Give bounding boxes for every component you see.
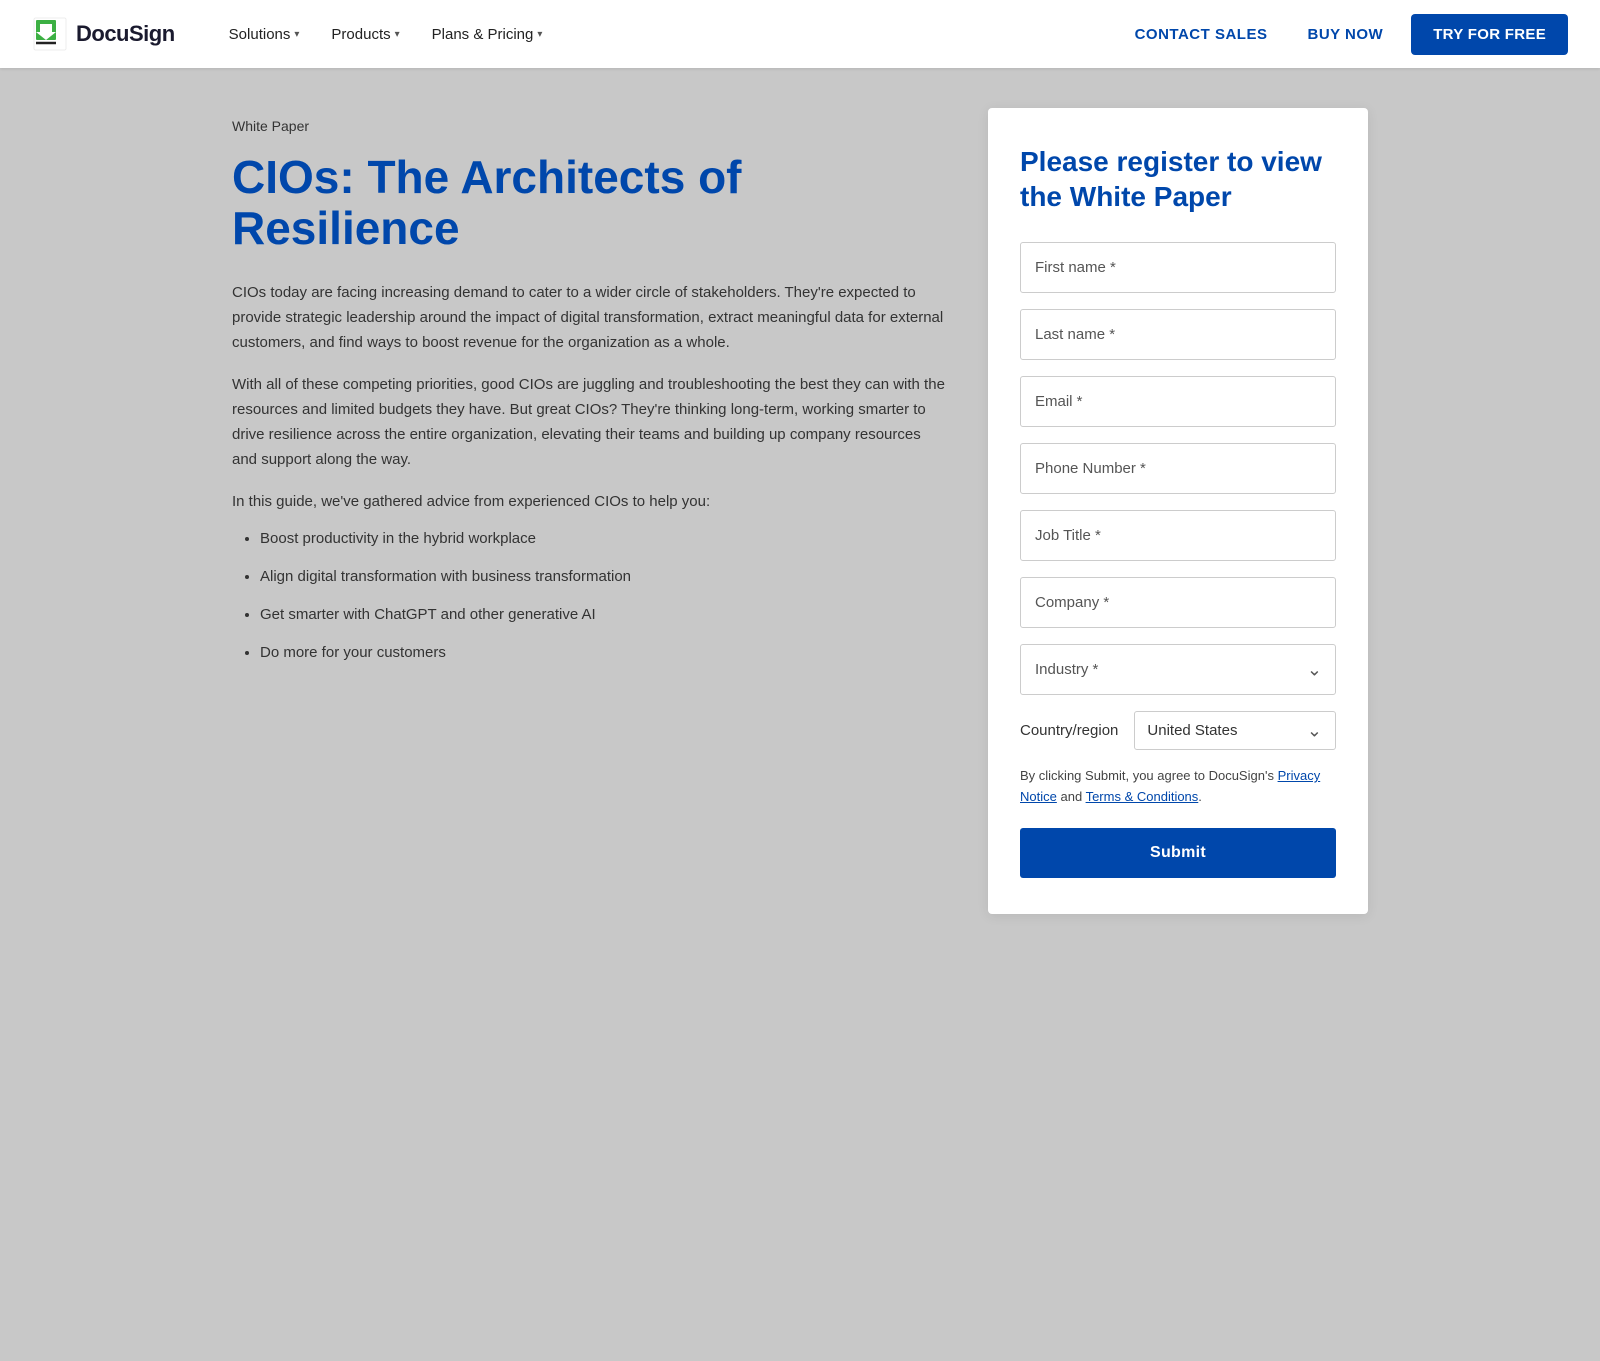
email-field <box>1020 376 1336 427</box>
article-bullet-list: Boost productivity in the hybrid workpla… <box>232 527 948 665</box>
products-chevron-icon: ▾ <box>395 29 400 40</box>
list-item: Get smarter with ChatGPT and other gener… <box>260 603 948 627</box>
try-for-free-button[interactable]: TRY FOR FREE <box>1411 14 1568 55</box>
nav-actions: CONTACT SALES BUY NOW TRY FOR FREE <box>1123 14 1568 55</box>
nav-solutions[interactable]: Solutions ▾ <box>215 18 314 51</box>
form-title: Please register to view the White Paper <box>1020 144 1336 214</box>
nav-links: Solutions ▾ Products ▾ Plans & Pricing ▾ <box>215 18 1123 51</box>
logo-text: DocuSign <box>76 21 175 47</box>
section-label: White Paper <box>232 118 948 134</box>
article-section: White Paper CIOs: The Architects of Resi… <box>232 108 948 665</box>
nav-plans-pricing[interactable]: Plans & Pricing ▾ <box>418 18 557 51</box>
article-paragraph-2: With all of these competing priorities, … <box>232 373 948 472</box>
terms-conditions-link[interactable]: Terms & Conditions <box>1086 789 1199 804</box>
list-item: Align digital transformation with busine… <box>260 565 948 589</box>
legal-text: By clicking Submit, you agree to DocuSig… <box>1020 766 1336 808</box>
job-title-input[interactable] <box>1020 510 1336 561</box>
first-name-input[interactable] <box>1020 242 1336 293</box>
main-content: White Paper CIOs: The Architects of Resi… <box>200 68 1400 954</box>
solutions-chevron-icon: ▾ <box>294 29 299 40</box>
contact-sales-button[interactable]: CONTACT SALES <box>1123 18 1280 51</box>
plans-chevron-icon: ▾ <box>537 29 542 40</box>
country-select-wrapper: United States Canada United Kingdom Aust… <box>1134 711 1336 750</box>
article-paragraph-1: CIOs today are facing increasing demand … <box>232 281 948 355</box>
navigation: DocuSign Solutions ▾ Products ▾ Plans & … <box>0 0 1600 68</box>
company-field <box>1020 577 1336 628</box>
company-input[interactable] <box>1020 577 1336 628</box>
phone-input[interactable] <box>1020 443 1336 494</box>
nav-products[interactable]: Products ▾ <box>317 18 413 51</box>
country-select[interactable]: United States Canada United Kingdom Aust… <box>1134 711 1336 750</box>
last-name-field <box>1020 309 1336 360</box>
list-item: Do more for your customers <box>260 641 948 665</box>
registration-form-panel: Please register to view the White Paper … <box>988 108 1368 914</box>
first-name-field <box>1020 242 1336 293</box>
job-title-field <box>1020 510 1336 561</box>
industry-select[interactable]: Industry * Technology Finance Healthcare… <box>1020 644 1336 695</box>
buy-now-button[interactable]: BUY NOW <box>1295 18 1395 51</box>
article-title: CIOs: The Architects of Resilience <box>232 152 948 253</box>
last-name-input[interactable] <box>1020 309 1336 360</box>
logo[interactable]: DocuSign <box>32 16 175 52</box>
industry-field: Industry * Technology Finance Healthcare… <box>1020 644 1336 695</box>
email-input[interactable] <box>1020 376 1336 427</box>
article-list-intro: In this guide, we've gathered advice fro… <box>232 490 948 515</box>
submit-button[interactable]: Submit <box>1020 828 1336 878</box>
list-item: Boost productivity in the hybrid workpla… <box>260 527 948 551</box>
country-row: Country/region United States Canada Unit… <box>1020 711 1336 750</box>
phone-field <box>1020 443 1336 494</box>
industry-select-wrapper: Industry * Technology Finance Healthcare… <box>1020 644 1336 695</box>
country-label: Country/region <box>1020 722 1118 739</box>
docusign-logo-icon <box>32 16 68 52</box>
